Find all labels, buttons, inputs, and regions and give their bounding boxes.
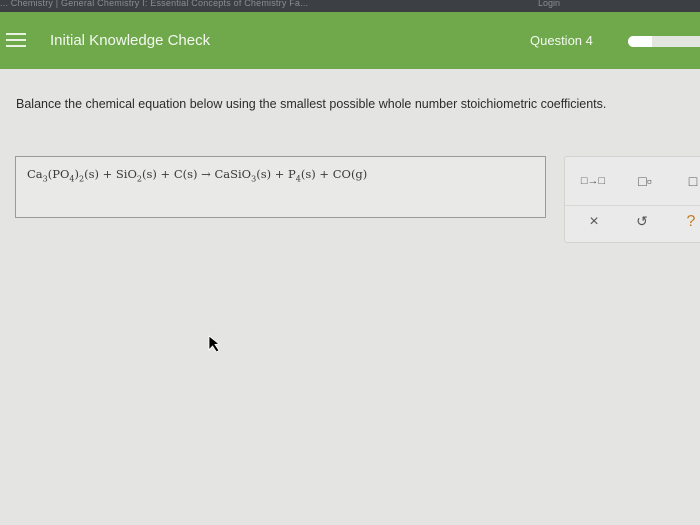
- subscript-icon[interactable]: □▫: [632, 173, 658, 189]
- page-title: Initial Knowledge Check: [50, 32, 211, 49]
- species-0: Ca3(PO4)2(s): [27, 167, 99, 184]
- progress-bar: [628, 36, 700, 47]
- toolbar: □→□ □▫ □ × ↺ ?: [564, 156, 700, 243]
- question-prompt: Balance the chemical equation below usin…: [16, 97, 607, 111]
- help-icon[interactable]: ?: [682, 213, 700, 231]
- tab-title[interactable]: ... Chemistry | General Chemistry I: Ess…: [0, 0, 308, 9]
- toolbar-divider: [565, 205, 700, 206]
- browser-tab-strip: ... Chemistry | General Chemistry I: Ess…: [0, 0, 700, 12]
- main-content: Balance the chemical equation below usin…: [0, 69, 700, 525]
- species-2: C(s): [173, 167, 198, 181]
- question-number: Question 4: [530, 33, 593, 48]
- progress-fill: [628, 36, 652, 47]
- equation-answer-box[interactable]: Ca3(PO4)2(s) + SiO2(s) + C(s) → CaSiO3(s…: [15, 156, 546, 218]
- mouse-cursor-icon: [208, 335, 220, 353]
- clear-icon[interactable]: ×: [585, 213, 603, 231]
- species-3: CaSiO3(s): [214, 167, 272, 184]
- menu-icon[interactable]: [6, 33, 26, 48]
- species-1: SiO2(s): [115, 167, 157, 184]
- superscript-icon[interactable]: □: [683, 173, 700, 189]
- chemical-equation: Ca3(PO4)2(s) + SiO2(s) + C(s) → CaSiO3(s…: [27, 167, 368, 184]
- undo-icon[interactable]: ↺: [633, 213, 651, 230]
- arrow-box-icon[interactable]: □→□: [573, 175, 613, 187]
- question-header: Initial Knowledge Check Question 4: [0, 12, 700, 69]
- species-4: P4(s): [288, 167, 316, 184]
- species-5: CO(g): [332, 167, 368, 181]
- login-link[interactable]: Login: [538, 0, 560, 9]
